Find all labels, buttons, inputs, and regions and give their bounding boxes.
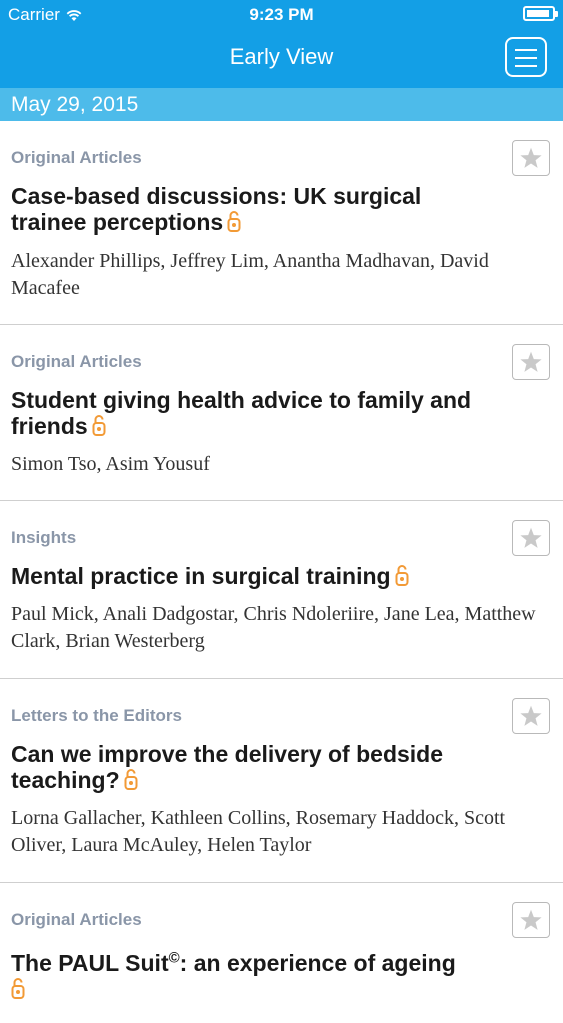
date-section-header: May 29, 2015	[0, 88, 563, 121]
article-title[interactable]: Mental practice in surgical training	[11, 563, 556, 589]
nav-bar: Early View	[0, 30, 563, 88]
article-item[interactable]: Insights Mental practice in surgical tra…	[0, 501, 563, 679]
article-category: Original Articles	[11, 148, 142, 167]
article-title-text: Mental practice in surgical training	[11, 563, 391, 589]
article-authors: Lorna Gallacher, Kathleen Collins, Rosem…	[11, 807, 506, 856]
favorite-star-button[interactable]	[512, 902, 550, 938]
open-access-lock-icon	[395, 565, 409, 586]
article-authors: Simon Tso, Asim Yousuf	[11, 453, 210, 475]
section-date: May 29, 2015	[11, 93, 139, 116]
article-title-text: The PAUL Suit©: an experience of ageing	[11, 949, 456, 976]
article-title-text: Case-based discussions: UK surgical trai…	[11, 183, 422, 235]
star-icon	[520, 705, 542, 726]
favorite-star-button[interactable]	[512, 698, 550, 734]
article-item[interactable]: Original Articles Student giving health …	[0, 325, 563, 501]
open-access-lock-icon	[124, 769, 138, 790]
star-icon	[520, 147, 542, 168]
article-category: Insights	[11, 528, 77, 547]
article-authors: Paul Mick, Anali Dadgostar, Chris Ndoler…	[11, 603, 536, 652]
article-category: Original Articles	[11, 910, 142, 929]
article-category: Original Articles	[11, 352, 142, 371]
article-title[interactable]: Can we improve the delivery of bedside t…	[11, 741, 501, 793]
page-title: Early View	[229, 44, 334, 69]
article-title-text: Can we improve the delivery of bedside t…	[11, 741, 444, 793]
favorite-star-button[interactable]	[512, 344, 550, 380]
star-icon	[520, 351, 542, 372]
open-access-lock-icon	[11, 977, 25, 999]
article-authors: Alexander Phillips, Jeffrey Lim, Anantha…	[11, 250, 489, 299]
article-title-text: Student giving health advice to family a…	[11, 387, 472, 439]
battery-icon	[523, 6, 558, 21]
article-title[interactable]: Case-based discussions: UK surgical trai…	[11, 183, 501, 235]
article-title[interactable]: The PAUL Suit©: an experience of ageing	[11, 945, 556, 1002]
hamburger-menu-icon	[515, 49, 537, 51]
article-title[interactable]: Student giving health advice to family a…	[11, 387, 501, 439]
status-bar: Carrier 9:23 PM	[0, 0, 563, 30]
star-icon	[520, 909, 542, 930]
open-access-lock-icon	[227, 211, 241, 232]
article-item[interactable]: Original Articles Case-based discussions…	[0, 121, 563, 325]
favorite-star-button[interactable]	[512, 140, 550, 176]
menu-button[interactable]	[505, 37, 547, 77]
article-item[interactable]: Original Articles The PAUL Suit©: an exp…	[0, 883, 563, 1023]
star-icon	[520, 527, 542, 548]
open-access-lock-icon	[92, 415, 106, 436]
article-category: Letters to the Editors	[11, 706, 182, 725]
favorite-star-button[interactable]	[512, 520, 550, 556]
article-item[interactable]: Letters to the Editors Can we improve th…	[0, 679, 563, 883]
clock: 9:23 PM	[249, 5, 314, 24]
